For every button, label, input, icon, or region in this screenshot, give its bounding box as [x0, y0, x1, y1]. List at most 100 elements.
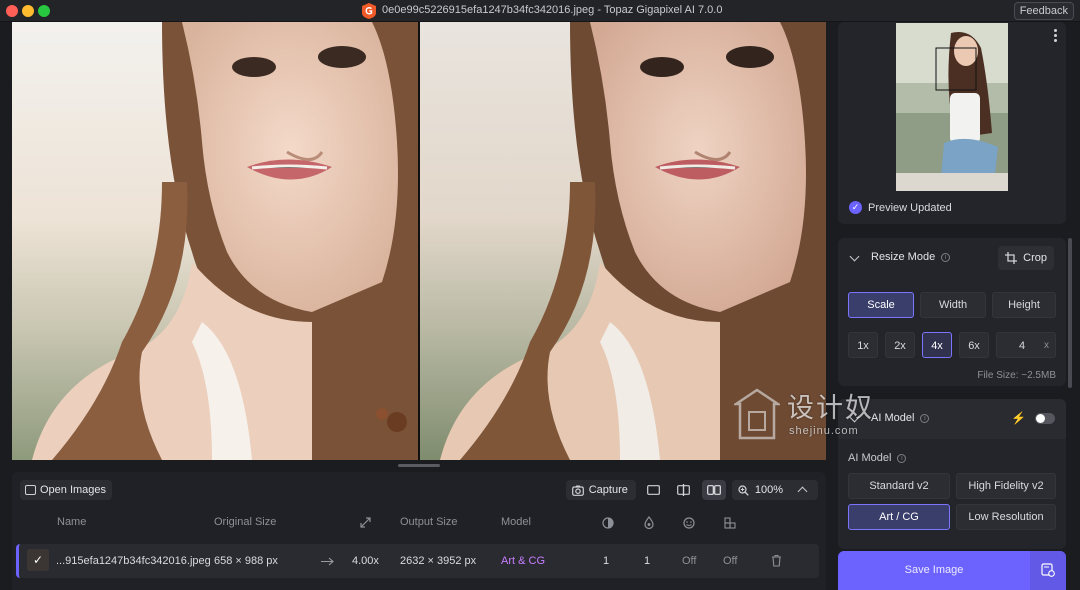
ai-model-title: AI Model — [871, 412, 915, 424]
queue-panel: Open Images Capture 100% Name Original S… — [12, 472, 826, 590]
open-images-button[interactable]: Open Images — [20, 480, 113, 500]
mode-scale[interactable]: Scale — [848, 292, 914, 318]
info-icon[interactable]: i — [920, 414, 930, 423]
chevron-down-icon[interactable] — [849, 412, 860, 423]
resize-mode-title: Resize Mode — [871, 251, 936, 263]
info-icon[interactable]: i — [941, 253, 951, 262]
save-settings-icon — [1041, 563, 1055, 577]
custom-scale-input[interactable]: 4 x — [996, 332, 1056, 358]
crop-icon — [1005, 252, 1018, 264]
collapse-panel-icon[interactable] — [797, 486, 808, 497]
original-preview-pane[interactable] — [12, 22, 418, 460]
camera-icon — [571, 485, 584, 496]
minimize-window-button[interactable] — [22, 5, 34, 17]
ai-model-toggle[interactable] — [1035, 413, 1055, 424]
feedback-button[interactable]: Feedback — [1013, 2, 1074, 20]
original-size: 658 × 988 px — [214, 555, 278, 567]
gigapixel-logo-icon — [362, 3, 376, 19]
preview-status-label: Preview Updated — [868, 201, 952, 214]
compression-value: Off — [723, 555, 738, 567]
save-image-button[interactable]: Save Image — [838, 551, 1066, 590]
column-name[interactable]: Name — [57, 516, 86, 528]
sharpen-value: 1 — [644, 555, 651, 567]
lightning-icon: ⚡ — [1011, 411, 1026, 425]
image-thumbnail: ✓ — [27, 549, 49, 571]
trash-icon[interactable] — [771, 554, 782, 567]
mode-height[interactable]: Height — [992, 292, 1056, 318]
face-recovery-icon — [683, 517, 695, 529]
crop-label: Crop — [1023, 252, 1047, 264]
ai-model-label-wrap: AI Model i — [848, 452, 907, 464]
split-view-button[interactable] — [672, 480, 696, 500]
settings-sidebar: ✓ Preview Updated Resize Mode i Crop Scal… — [838, 22, 1066, 590]
window-title: 0e0e99c5226915efa1247b34fc342016.jpeg - … — [382, 4, 723, 16]
scale-1x[interactable]: 1x — [848, 332, 878, 358]
more-options-icon[interactable] — [1054, 29, 1058, 44]
model-art-cg[interactable]: Art / CG — [848, 504, 950, 530]
file-name: ...915efa1247b34fc342016.jpeg — [56, 555, 211, 567]
column-model[interactable]: Model — [501, 516, 531, 528]
image-icon — [25, 485, 36, 495]
denoise-icon — [602, 517, 614, 529]
check-icon[interactable]: ✓ — [27, 549, 49, 571]
title-bar: 0e0e99c5226915efa1247b34fc342016.jpeg - … — [0, 0, 1080, 22]
preview-status: ✓ Preview Updated — [849, 201, 952, 214]
enhanced-preview-pane[interactable] — [420, 22, 826, 460]
resize-mode-header[interactable]: Resize Mode i Crop — [838, 238, 1066, 278]
file-size: File Size: ~2.5MB — [977, 370, 1056, 381]
enhanced-photo — [420, 22, 826, 460]
info-icon[interactable]: i — [897, 454, 907, 463]
compression-icon — [724, 517, 736, 529]
custom-scale-suffix: x — [1044, 340, 1049, 351]
save-image-label: Save Image — [904, 564, 964, 576]
scale-4x[interactable]: 4x — [922, 332, 952, 358]
denoise-value: 1 — [603, 555, 610, 567]
model-standard-v2[interactable]: Standard v2 — [848, 473, 950, 499]
check-circle-icon: ✓ — [849, 201, 862, 214]
navigator-thumbnail[interactable] — [896, 23, 1008, 191]
custom-scale-value: 4 — [1019, 340, 1026, 352]
side-by-side-view-icon — [706, 485, 721, 495]
zoom-level: 100% — [754, 484, 783, 496]
scale-factor: 4.00x — [352, 555, 379, 567]
capture-button[interactable]: Capture — [565, 480, 636, 500]
single-view-icon — [647, 485, 661, 495]
scale-6x[interactable]: 6x — [959, 332, 989, 358]
resize-mode-title-wrap: Resize Mode i — [871, 251, 951, 263]
panel-resize-handle[interactable] — [398, 464, 440, 467]
capture-label: Capture — [588, 484, 628, 496]
model-high-fidelity-v2[interactable]: High Fidelity v2 — [956, 473, 1056, 499]
export-settings-button[interactable] — [1030, 551, 1066, 590]
output-size: 2632 × 3952 px — [400, 555, 477, 567]
column-output-size[interactable]: Output Size — [400, 516, 457, 528]
sidebar-scrollbar[interactable] — [1068, 238, 1072, 388]
open-images-label: Open Images — [40, 484, 107, 496]
queue-row[interactable]: ✓ ...915efa1247b34fc342016.jpeg 658 × 98… — [16, 544, 819, 578]
single-view-button[interactable] — [642, 480, 666, 500]
sharpen-drop-icon — [644, 516, 654, 529]
crop-button[interactable]: Crop — [998, 246, 1054, 270]
navigator-card: ✓ Preview Updated — [838, 22, 1066, 224]
scale-2x[interactable]: 2x — [885, 332, 915, 358]
zoom-window-button[interactable] — [38, 5, 50, 17]
close-window-button[interactable] — [6, 5, 18, 17]
resize-arrows-icon — [360, 517, 371, 528]
chevron-down-icon[interactable] — [849, 251, 860, 262]
navigator-photo — [896, 23, 1008, 191]
split-view-icon — [677, 484, 691, 496]
ai-model-label: AI Model — [848, 452, 892, 464]
mode-width[interactable]: Width — [920, 292, 986, 318]
model-name: Art & CG — [501, 555, 546, 567]
ai-model-header[interactable]: AI Model i ⚡ — [838, 399, 1066, 439]
zoom-icon — [738, 484, 749, 496]
ai-model-title-wrap: AI Model i — [871, 412, 930, 424]
face-recovery-value: Off — [682, 555, 697, 567]
model-low-resolution[interactable]: Low Resolution — [956, 504, 1056, 530]
side-by-side-view-button[interactable] — [701, 480, 726, 500]
view-toolbar: Capture 100% — [565, 480, 818, 500]
arrow-right-icon — [321, 557, 334, 566]
zoom-control[interactable]: 100% — [731, 480, 818, 500]
original-photo — [12, 22, 418, 460]
image-viewer[interactable] — [12, 22, 826, 460]
column-original-size[interactable]: Original Size — [214, 516, 276, 528]
